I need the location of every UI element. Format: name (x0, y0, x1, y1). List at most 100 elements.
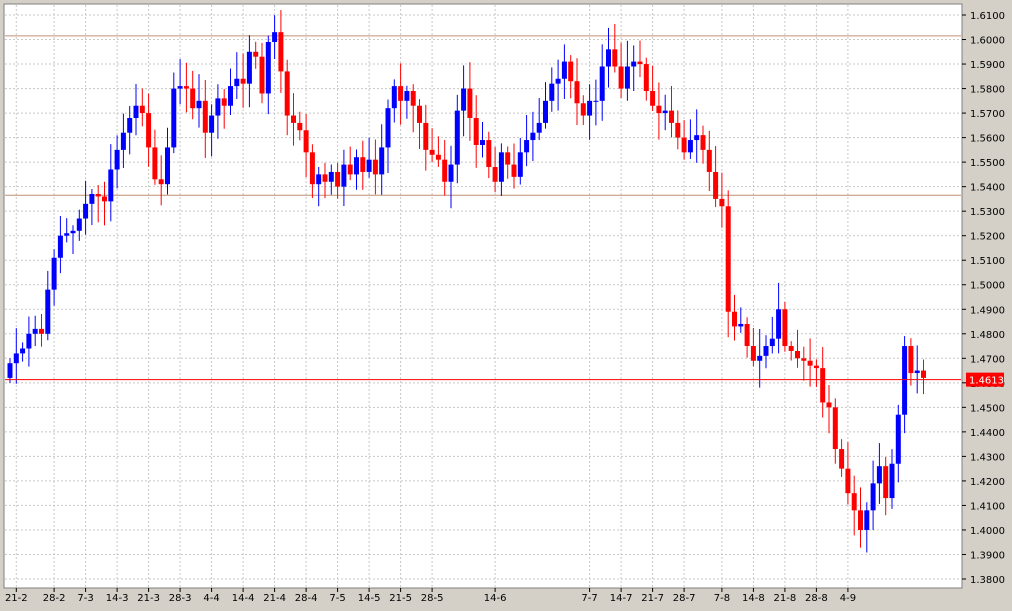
y-tick-label: 1.5300 (970, 207, 1005, 218)
y-tick-label: 1.4700 (970, 354, 1005, 365)
candle-body (108, 169, 114, 202)
candle-body (385, 108, 391, 148)
x-tick-label: 14-7 (610, 593, 633, 604)
y-tick-label: 1.4300 (970, 452, 1005, 463)
candle-body (183, 86, 189, 89)
candle-body (76, 218, 82, 231)
candle-body (876, 466, 882, 484)
y-tick-label: 1.5100 (970, 256, 1005, 267)
candle-body (643, 64, 649, 92)
candle-body (650, 91, 656, 106)
x-tick-label: 7-5 (329, 593, 345, 604)
candle-body (83, 203, 89, 219)
candle-body (807, 360, 813, 366)
candle-body (32, 328, 38, 334)
candle-body (700, 135, 706, 150)
candle-body (864, 510, 870, 530)
x-tick-label: 14-5 (358, 593, 381, 604)
y-tick-label: 1.4000 (970, 526, 1005, 537)
candle-body (297, 122, 303, 131)
candle-body (190, 88, 196, 109)
candle-body (669, 110, 674, 123)
candle-body (845, 468, 851, 494)
candle-body (120, 132, 126, 150)
candle-body (517, 152, 523, 177)
y-tick-label: 1.4900 (970, 305, 1005, 316)
candle-body (89, 194, 95, 204)
candle-body (417, 105, 422, 123)
x-tick-label: 7-7 (581, 593, 597, 604)
candle-body (883, 466, 889, 499)
candle-body (366, 159, 372, 172)
x-tick-label: 28-4 (295, 593, 318, 604)
candlestick-chart: 1.6100 1.6000 1.5900 1.5800 1.5700 1.5600 1.55… (3, 3, 1005, 604)
candle-body (347, 164, 353, 175)
candle-body (738, 323, 744, 327)
candle-body (51, 257, 57, 290)
candle-body (732, 311, 737, 327)
candle-body (265, 41, 271, 94)
candle-body (832, 407, 838, 450)
candle-body (776, 309, 782, 339)
candle-body (13, 353, 19, 364)
candle-body (309, 152, 315, 185)
candle-body (725, 206, 731, 312)
candle-body (858, 510, 863, 530)
candle-body (7, 363, 13, 378)
candle-body (536, 122, 542, 133)
candle-body (171, 88, 177, 148)
candle-body (750, 346, 756, 361)
y-tick-label: 1.4800 (970, 330, 1005, 341)
x-tick-label: 14-6 (484, 593, 507, 604)
candle-body (57, 235, 63, 258)
candle-body (146, 113, 152, 148)
x-tick-label: 4-9 (840, 593, 856, 604)
candle-body (524, 140, 530, 153)
candle-body (26, 333, 32, 349)
candle-body (379, 147, 385, 175)
candle-body (719, 198, 725, 207)
candle-body (240, 78, 246, 84)
candle-body (606, 49, 611, 67)
candle-body (757, 355, 763, 361)
y-tick-label: 1.5400 (970, 183, 1005, 194)
candle-body (851, 493, 857, 511)
x-tick-label: 28-3 (169, 593, 192, 604)
candle-body (587, 100, 593, 116)
candle-body (895, 414, 901, 464)
candle-body (467, 88, 473, 118)
candle-body (820, 368, 826, 403)
y-tick-label: 1.5000 (970, 281, 1005, 292)
candle-body (423, 122, 429, 150)
candle-body (39, 328, 44, 334)
x-tick-label: 21-5 (389, 593, 412, 604)
candle-body (580, 103, 586, 116)
y-tick-label: 1.6100 (970, 11, 1005, 22)
candle-body (234, 78, 240, 87)
candle-body (801, 358, 807, 361)
candle-body (902, 346, 908, 415)
candle-body (328, 171, 334, 182)
x-tick-label: 14-3 (106, 593, 129, 604)
candle-body (360, 157, 366, 172)
candle-body (921, 370, 926, 378)
candle-body (511, 164, 517, 177)
x-tick-label: 21-7 (641, 593, 664, 604)
candle-body (656, 105, 662, 114)
candle-body (196, 100, 202, 109)
candle-body (95, 194, 101, 197)
y-tick-label: 1.5700 (970, 109, 1005, 120)
candle-body (303, 130, 309, 153)
x-tick-label: 4-4 (203, 593, 219, 604)
candle-body (763, 346, 769, 356)
y-tick-label: 1.4200 (970, 477, 1005, 488)
candle-body (826, 402, 832, 408)
candle-body (454, 110, 460, 165)
candle-body (20, 348, 26, 354)
candle-body (492, 167, 498, 182)
candle-body (284, 71, 290, 116)
candle-body (543, 100, 548, 123)
candle-body (429, 149, 435, 155)
x-tick-label: 28-7 (673, 593, 696, 604)
candle-body (278, 32, 284, 72)
